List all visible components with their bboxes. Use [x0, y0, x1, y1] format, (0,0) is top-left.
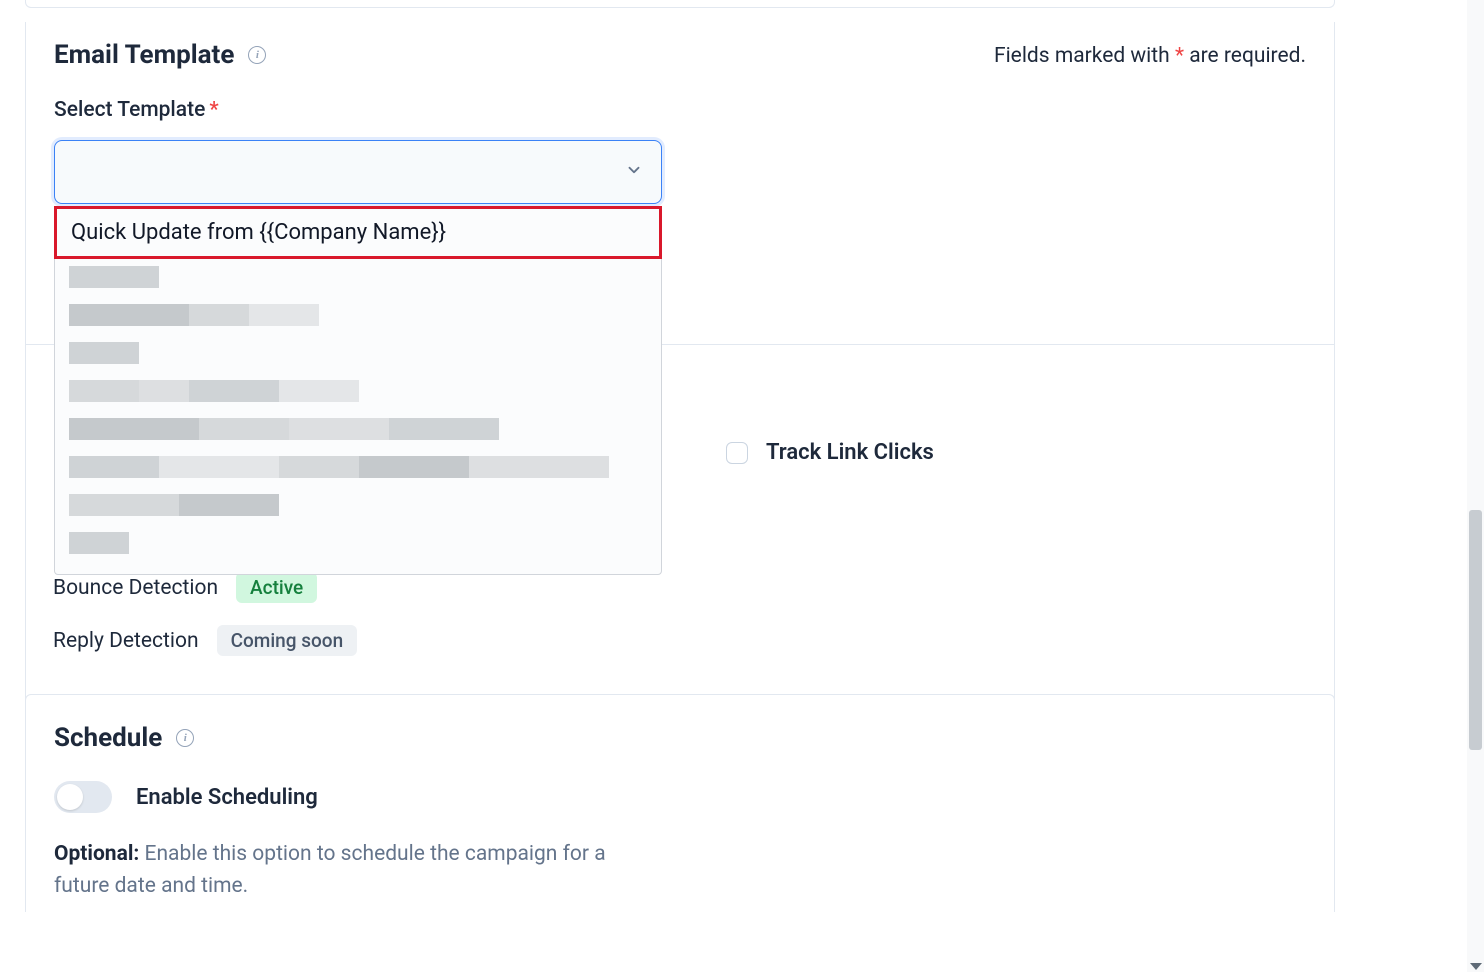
dropdown-redacted-options [55, 258, 661, 574]
reply-detection-row: Reply Detection Coming soon [53, 625, 357, 656]
info-icon[interactable]: i [176, 729, 194, 747]
required-fields-note: Fields marked with * are required. [994, 44, 1306, 68]
select-template-label: Select Template* [54, 98, 1306, 122]
previous-panel-bottom [25, 0, 1335, 8]
track-link-clicks-checkbox[interactable] [726, 442, 748, 464]
info-icon[interactable]: i [248, 46, 266, 64]
email-template-panel: Email Template i Fields marked with * ar… [25, 22, 1335, 805]
optional-bold: Optional: [54, 842, 139, 866]
toggle-knob [57, 784, 83, 810]
required-note-prefix: Fields marked with [994, 44, 1175, 68]
track-link-clicks-label: Track Link Clicks [766, 440, 934, 465]
email-template-heading: Email Template [54, 40, 234, 70]
schedule-heading-row: Schedule i [54, 723, 1306, 753]
bounce-detection-label: Bounce Detection [53, 576, 218, 600]
detection-section: Bounce Detection Active Reply Detection … [53, 572, 357, 678]
enable-scheduling-label: Enable Scheduling [136, 785, 318, 810]
dropdown-option-quick-update[interactable]: Quick Update from {{Company Name}} [54, 206, 662, 259]
scrollbar-thumb[interactable] [1469, 510, 1482, 750]
chevron-down-icon [625, 161, 643, 184]
select-template-field-wrap: Quick Update from {{Company Name}} [54, 140, 662, 204]
track-link-clicks-row: Track Link Clicks [726, 440, 934, 465]
enable-scheduling-toggle[interactable] [54, 781, 112, 813]
enable-scheduling-row: Enable Scheduling [54, 781, 1306, 813]
bounce-detection-badge: Active [236, 572, 317, 603]
scrollbar-down-arrow-icon[interactable] [1470, 963, 1482, 970]
schedule-optional-text: Optional: Enable this option to schedule… [54, 839, 664, 902]
required-note-suffix: are required. [1184, 44, 1306, 68]
schedule-panel: Schedule i Enable Scheduling Optional: E… [25, 694, 1335, 912]
select-template-dropdown[interactable] [54, 140, 662, 204]
template-dropdown-panel: Quick Update from {{Company Name}} [54, 206, 662, 575]
select-template-star: * [209, 98, 218, 122]
select-template-label-text: Select Template [54, 98, 205, 122]
vertical-scrollbar[interactable] [1467, 0, 1484, 972]
bounce-detection-row: Bounce Detection Active [53, 572, 357, 603]
reply-detection-badge: Coming soon [217, 625, 358, 656]
schedule-heading: Schedule [54, 723, 162, 753]
required-star: * [1175, 44, 1184, 68]
reply-detection-label: Reply Detection [53, 629, 199, 653]
